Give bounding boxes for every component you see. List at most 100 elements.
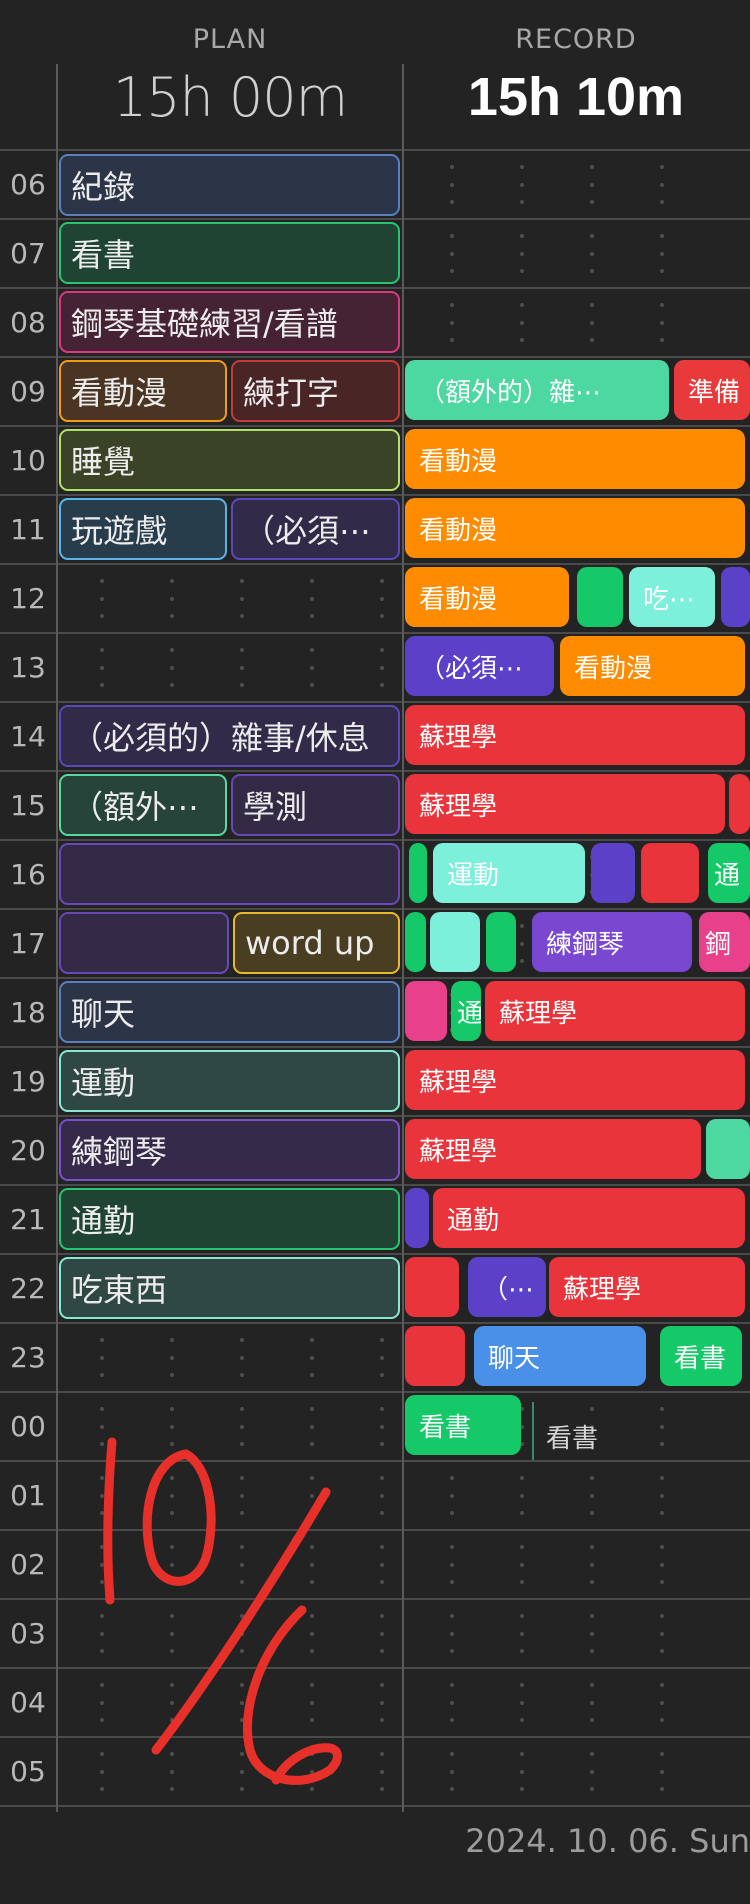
record-block[interactable] — [409, 843, 427, 903]
record-block[interactable]: 蘇理學 — [485, 981, 745, 1041]
record-block[interactable]: 通 — [708, 843, 750, 903]
record-block[interactable] — [405, 1188, 429, 1248]
grid-dot — [450, 1510, 454, 1515]
hour-gridline — [0, 149, 750, 151]
plan-block[interactable]: 通勤 — [59, 1188, 400, 1250]
grid-dot — [590, 1493, 594, 1498]
grid-dot — [660, 1441, 664, 1446]
record-block[interactable]: 通勤 — [433, 1188, 745, 1248]
grid-dot — [660, 1424, 664, 1429]
grid-dot — [170, 613, 174, 618]
grid-dot — [450, 1579, 454, 1584]
record-trailing-text: 看書 — [546, 1424, 599, 1454]
record-block[interactable]: 通 — [451, 981, 481, 1041]
record-block[interactable]: 看動漫 — [405, 498, 745, 558]
record-block[interactable] — [729, 774, 750, 834]
grid-dot — [660, 268, 664, 273]
grid-dot — [590, 268, 594, 273]
record-block[interactable]: （⋯ — [468, 1257, 546, 1317]
record-block[interactable]: 聊天 — [474, 1326, 646, 1386]
plan-block[interactable]: 看動漫 — [59, 360, 227, 422]
record-block[interactable]: 蘇理學 — [405, 1050, 745, 1110]
plan-block[interactable]: 聊天 — [59, 981, 400, 1043]
hour-gridline — [0, 1253, 750, 1255]
plan-block[interactable]: 紀錄 — [59, 154, 400, 216]
record-block[interactable]: 蘇理學 — [405, 774, 725, 834]
record-block[interactable]: 蘇理學 — [405, 705, 745, 765]
record-block[interactable] — [430, 912, 480, 972]
record-block[interactable]: 看動漫 — [405, 429, 745, 489]
grid-dot — [100, 596, 104, 601]
record-block[interactable]: 準備 — [674, 360, 750, 420]
grid-dot — [660, 1614, 664, 1619]
record-block[interactable]: （額外的）雜⋯ — [405, 360, 669, 420]
record-block[interactable] — [405, 981, 447, 1041]
hour-gridline — [0, 218, 750, 220]
grid-dot — [660, 1752, 664, 1757]
grid-dot — [520, 1631, 524, 1636]
record-block[interactable]: 看書 — [405, 1395, 521, 1455]
hour-label: 22 — [10, 1272, 46, 1305]
grid-dot — [520, 182, 524, 187]
record-block[interactable] — [405, 1257, 459, 1317]
plan-block[interactable]: 睡覺 — [59, 429, 400, 491]
plan-block[interactable]: 練打字 — [231, 360, 400, 422]
record-block[interactable] — [721, 567, 750, 627]
plan-block[interactable]: 學測 — [231, 774, 400, 836]
record-block[interactable] — [641, 843, 699, 903]
grid-dot — [310, 613, 314, 618]
record-block[interactable]: 鋼 — [699, 912, 750, 972]
record-block[interactable]: （必須⋯ — [405, 636, 554, 696]
handwritten-date-annotation — [103, 1437, 342, 1785]
grid-dot — [590, 182, 594, 187]
record-block[interactable]: 運動 — [433, 843, 585, 903]
plan-block[interactable]: 鋼琴基礎練習/看譜 — [59, 291, 400, 353]
hour-label: 21 — [10, 1203, 46, 1236]
grid-dot — [590, 1752, 594, 1757]
plan-block[interactable]: （必須的）雜事/休息 — [59, 705, 400, 767]
grid-dot — [520, 268, 524, 273]
record-block[interactable] — [591, 843, 635, 903]
record-block[interactable]: 看動漫 — [405, 567, 569, 627]
plan-block[interactable]: 運動 — [59, 1050, 400, 1112]
grid-dot — [310, 1407, 314, 1412]
plan-block[interactable]: 看書 — [59, 222, 400, 284]
grid-dot — [520, 941, 524, 946]
grid-dot — [520, 1493, 524, 1498]
record-block[interactable] — [405, 912, 426, 972]
grid-dot — [170, 1372, 174, 1377]
grid-dot — [520, 1683, 524, 1688]
record-block[interactable]: 看動漫 — [560, 636, 745, 696]
record-block[interactable] — [405, 1326, 465, 1386]
record-block[interactable] — [706, 1119, 750, 1179]
grid-dot — [590, 303, 594, 308]
record-block[interactable] — [486, 912, 516, 972]
record-block[interactable]: 練鋼琴 — [532, 912, 692, 972]
hour-label: 05 — [10, 1755, 46, 1788]
grid-dot — [590, 1700, 594, 1705]
hour-label: 00 — [10, 1410, 46, 1443]
plan-block[interactable]: （必須⋯ — [231, 498, 400, 560]
plan-block[interactable]: word up — [233, 912, 400, 974]
plan-block[interactable] — [59, 843, 400, 905]
plan-block[interactable] — [59, 912, 229, 974]
record-block[interactable]: 蘇理學 — [549, 1257, 745, 1317]
plan-block[interactable]: 吃東西 — [59, 1257, 400, 1319]
plan-block[interactable]: 玩遊戲 — [59, 498, 227, 560]
record-column-label: RECORD — [515, 24, 637, 55]
grid-dot — [310, 579, 314, 584]
grid-dot — [520, 958, 524, 963]
grid-dot — [520, 251, 524, 256]
record-block[interactable]: 蘇理學 — [405, 1119, 701, 1179]
grid-dot — [660, 1700, 664, 1705]
plan-block[interactable]: 練鋼琴 — [59, 1119, 400, 1181]
grid-dot — [590, 165, 594, 170]
record-block[interactable]: 吃⋯ — [629, 567, 715, 627]
grid-dot — [170, 648, 174, 653]
plan-column-label: PLAN — [192, 24, 268, 55]
plan-block[interactable]: （額外⋯ — [59, 774, 227, 836]
record-block[interactable]: 看書 — [660, 1326, 742, 1386]
grid-dot — [100, 613, 104, 618]
record-block[interactable] — [577, 567, 623, 627]
grid-dot — [310, 1355, 314, 1360]
